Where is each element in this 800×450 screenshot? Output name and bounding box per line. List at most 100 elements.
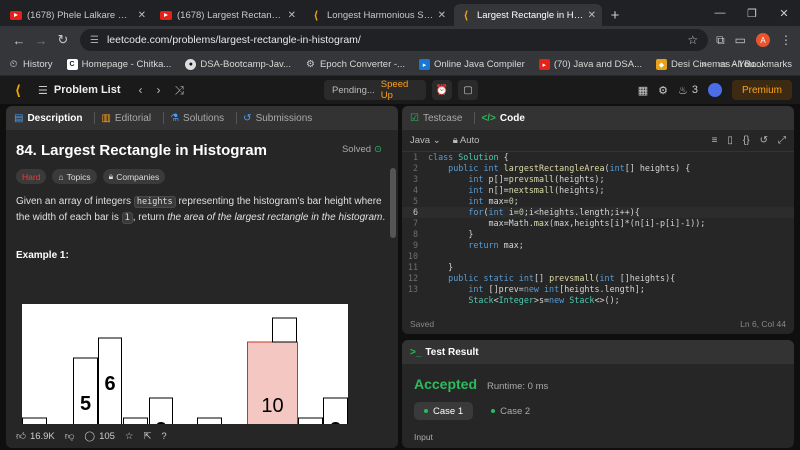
user-avatar[interactable] xyxy=(707,83,722,97)
tab-title: Largest Rectangle in Histogram xyxy=(477,9,584,21)
notes-icon[interactable]: ▢ xyxy=(458,80,478,100)
case-1-tab[interactable]: Case 1 xyxy=(414,402,474,420)
streak-count: 3 xyxy=(691,84,698,96)
solved-label: Solved xyxy=(341,144,372,155)
code-line: 3 int p[]=prevsmall(heights); xyxy=(402,174,794,185)
line-number: 13 xyxy=(407,284,418,294)
tab-editorial[interactable]: ▥ Editorial xyxy=(101,113,151,124)
bookmarks-overflow-icon[interactable]: » xyxy=(701,59,706,70)
close-icon[interactable]: ✕ xyxy=(138,10,146,21)
line-number: 5 xyxy=(412,196,418,206)
code-panel: ☑ Testcase </> Code Java ⌄ 🔒︎ Auto ≡ ▯ {} … xyxy=(402,106,794,334)
bookmark-epoch[interactable]: ⚙ Epoch Converter -... xyxy=(305,59,405,70)
companies-badge[interactable]: 🔒︎ Companies xyxy=(102,169,166,184)
back-icon[interactable]: ← xyxy=(8,33,30,48)
extensions-icon[interactable]: ⧉ xyxy=(716,33,725,48)
close-icon[interactable]: ✕ xyxy=(438,10,446,21)
description-tabs: ▤ Description ▥ Editorial ⚗ Solutions ↺ Subm… xyxy=(6,106,398,130)
input-label: Input xyxy=(414,432,433,442)
help-icon[interactable]: ? xyxy=(161,431,166,442)
close-window-icon[interactable]: ✕ xyxy=(768,0,800,26)
description-footer: 👍︎ 16.9K 👎︎ ◯ 105 ☆ ⇱ ? xyxy=(6,424,398,448)
bookmark-chitkara[interactable]: C Homepage - Chitka... xyxy=(66,59,171,70)
browser-tab-4[interactable]: ⟨ Largest Rectangle in Histogram ✕ xyxy=(454,4,602,26)
case-2-tab[interactable]: Case 2 xyxy=(481,402,540,420)
comments-button[interactable]: ◯ 105 xyxy=(84,431,115,442)
reload-icon[interactable]: ↻ xyxy=(52,32,74,48)
menu-icon[interactable]: ⋮ xyxy=(780,33,792,47)
window-controls: — ❐ ✕ xyxy=(704,0,800,26)
tab-description[interactable]: ▤ Description xyxy=(14,113,82,124)
terminal-icon: >_ xyxy=(410,346,422,358)
premium-button[interactable]: Premium xyxy=(731,80,792,100)
all-bookmarks[interactable]: ▭ All Bookmarks xyxy=(718,59,792,70)
tab-label: Submissions xyxy=(255,112,313,124)
sidebar-icon[interactable]: ▭ xyxy=(735,33,746,47)
prev-problem-icon[interactable]: ‹ xyxy=(139,83,143,98)
result-header: >_ Test Result xyxy=(402,340,794,364)
share-icon[interactable]: ⇱ xyxy=(143,431,151,442)
bookmark-history[interactable]: ⏲ History xyxy=(8,59,53,70)
layout-icon[interactable]: ▦ xyxy=(638,84,648,97)
format-icon[interactable]: ≡ xyxy=(712,135,718,146)
tab-test-result[interactable]: >_ Test Result xyxy=(410,347,479,358)
tab-submissions[interactable]: ↺ Submissions xyxy=(243,113,312,124)
tab-label: Test Result xyxy=(425,346,479,358)
bookmark-github[interactable]: ● DSA-Bootcamp-Jav... xyxy=(185,59,291,70)
random-problem-icon[interactable]: ⤨ xyxy=(175,83,185,98)
leetcode-logo-icon[interactable]: ⟨ xyxy=(10,82,26,98)
code-line: 7 max=Math.max(max,heights[i]*(n[i]-p[i]… xyxy=(402,218,794,229)
code-editor[interactable]: 1 class Solution { 2 public int largestRe… xyxy=(402,152,794,312)
line-number: 4 xyxy=(412,185,418,195)
like-button[interactable]: 👍︎ 16.9K xyxy=(16,430,55,443)
browser-tab-2[interactable]: (1678) Largest Rectangular in H ✕ xyxy=(154,4,302,26)
problem-list-button[interactable]: ☰ Problem List xyxy=(38,84,121,97)
code-line: 4 int n[]=nextsmall(heights); xyxy=(402,185,794,196)
browser-tab-3[interactable]: ⟨ Longest Harmonious Subseque ✕ xyxy=(304,4,452,26)
tab-label: Description xyxy=(27,112,83,124)
url-bar[interactable]: ☰ leetcode.com/problems/largest-rectangl… xyxy=(80,29,709,51)
site-info-icon[interactable]: ☰ xyxy=(90,35,99,46)
expand-icon[interactable]: ⤢ xyxy=(778,135,786,146)
tab-testcase[interactable]: ☑ Testcase xyxy=(410,113,462,124)
tab-solutions[interactable]: ⚗ Solutions xyxy=(170,113,224,124)
close-icon[interactable]: ✕ xyxy=(288,10,296,21)
description-scrollbar[interactable] xyxy=(390,168,396,424)
tab-title: (1678) Largest Rectangular in H xyxy=(177,9,284,21)
favorite-star-icon[interactable]: ☆ xyxy=(125,431,134,442)
topics-badge[interactable]: ⌂ Topics xyxy=(52,169,97,184)
auto-label: Auto xyxy=(459,135,480,146)
speed-up-link[interactable]: Speed Up xyxy=(381,79,418,101)
auto-mode[interactable]: 🔒︎ Auto xyxy=(453,135,480,146)
youtube-icon xyxy=(160,10,172,20)
new-tab-button[interactable]: + xyxy=(604,4,626,26)
language-label: Java xyxy=(410,135,431,146)
browser-tab-1[interactable]: (1678) Phele Lalkare Naal Main ✕ xyxy=(4,4,152,26)
bookmark-star-icon[interactable]: ☆ xyxy=(687,33,698,47)
bookmark-java-dsa[interactable]: ▸ (70) Java and DSA... xyxy=(538,59,642,70)
bookmark-icon[interactable]: ▯ xyxy=(727,135,733,146)
maximize-icon[interactable]: ❐ xyxy=(736,0,768,26)
timer-icon[interactable]: ⏰ xyxy=(432,80,452,100)
difficulty-badge[interactable]: Hard xyxy=(16,169,47,184)
profile-avatar[interactable]: A xyxy=(756,33,770,47)
run-pending-button[interactable]: Pending... Speed Up xyxy=(324,79,426,101)
forward-icon[interactable]: → xyxy=(30,33,52,48)
braces-icon[interactable]: {} xyxy=(743,135,750,146)
bookmark-label: History xyxy=(23,59,53,70)
thumbs-down-icon[interactable]: 👎︎ xyxy=(65,430,75,442)
streak-counter[interactable]: ♨ 3 xyxy=(678,84,698,97)
close-icon[interactable]: ✕ xyxy=(588,10,596,21)
settings-gear-icon[interactable]: ⚙ xyxy=(658,84,668,97)
url-text: leetcode.com/problems/largest-rectangle-… xyxy=(106,34,361,46)
tab-code[interactable]: </> Code xyxy=(481,113,524,124)
language-select[interactable]: Java ⌄ xyxy=(410,135,441,146)
next-problem-icon[interactable]: › xyxy=(157,83,161,98)
bookmark-compiler[interactable]: ▸ Online Java Compiler xyxy=(418,59,525,70)
minimize-icon[interactable]: — xyxy=(704,0,736,26)
thumbs-up-icon: 👍︎ xyxy=(16,431,26,442)
book-icon: ▥ xyxy=(101,112,111,124)
histogram-background xyxy=(22,304,348,424)
scrollbar-thumb[interactable] xyxy=(390,168,396,238)
reset-icon[interactable]: ↺ xyxy=(760,135,768,146)
